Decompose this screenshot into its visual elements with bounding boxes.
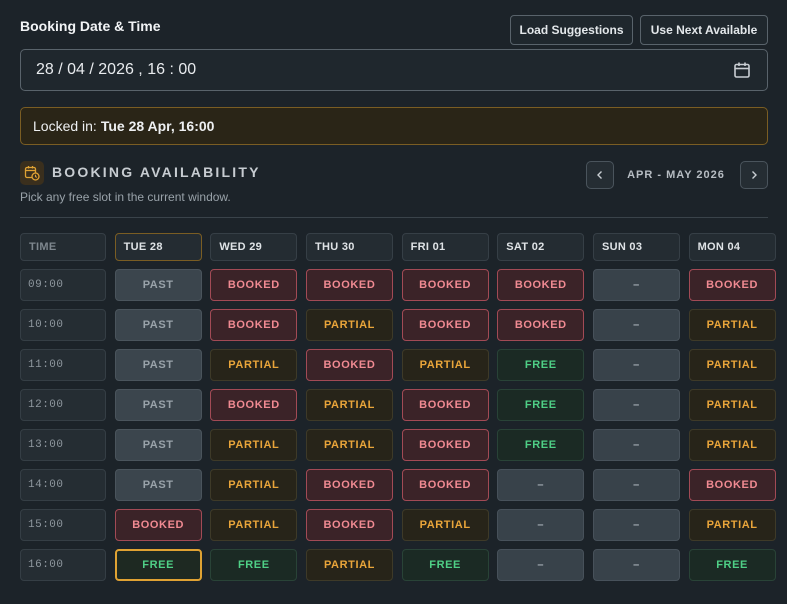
slot-cell: BOOKED	[210, 309, 298, 341]
slot-cell: BOOKED	[688, 469, 776, 501]
slot-cell[interactable]: PARTIAL	[688, 389, 776, 421]
day-header: MON 04	[688, 233, 776, 261]
availability-header: BOOKING AVAILABILITY Pick any free slot …	[20, 160, 768, 208]
slot-cell[interactable]: PARTIAL	[688, 349, 776, 381]
section-title: Booking Date & Time	[20, 18, 161, 34]
slot-cell: BOOKED	[401, 309, 489, 341]
slot-cell[interactable]: PARTIAL	[305, 429, 393, 461]
availability-title: BOOKING AVAILABILITY	[52, 164, 261, 180]
slot-cell: BOOKED	[114, 509, 202, 541]
slot-cell: PAST	[114, 349, 202, 381]
selected-slot[interactable]: FREE	[114, 549, 202, 581]
slot-cell: –	[592, 389, 680, 421]
slot-cell[interactable]: PARTIAL	[210, 349, 298, 381]
divider	[20, 217, 768, 218]
time-slot-label: 15:00	[20, 509, 106, 541]
slot-cell: BOOKED	[401, 469, 489, 501]
day-header: SUN 03	[592, 233, 680, 261]
datetime-value: 28 / 04 / 2026 , 16 : 00	[36, 61, 197, 78]
locked-in-banner: Locked in: Tue 28 Apr, 16:00	[20, 107, 768, 145]
slot-cell: –	[592, 429, 680, 461]
slot-cell: PAST	[114, 429, 202, 461]
slot-cell[interactable]: PARTIAL	[688, 429, 776, 461]
slot-cell: –	[497, 509, 585, 541]
slot-cell[interactable]: PARTIAL	[210, 469, 298, 501]
slot-cell: –	[592, 349, 680, 381]
slot-cell: BOOKED	[210, 389, 298, 421]
time-slot-label: 14:00	[20, 469, 106, 501]
time-slot-label: 16:00	[20, 549, 106, 581]
slot-cell: –	[592, 509, 680, 541]
day-header: WED 29	[210, 233, 298, 261]
slot-cell: PAST	[114, 309, 202, 341]
availability-grid: TIME TUE 28 WED 29 THU 30 FRI 01 SAT 02 SUN 03…	[20, 233, 776, 581]
slot-cell: BOOKED	[305, 509, 393, 541]
time-slot-label: 10:00	[20, 309, 106, 341]
calendar-icon[interactable]	[733, 61, 751, 79]
slot-cell[interactable]: PARTIAL	[210, 509, 298, 541]
slot-cell: BOOKED	[401, 269, 489, 301]
chevron-left-icon	[597, 171, 602, 179]
slot-cell: BOOKED	[210, 269, 298, 301]
slot-cell: –	[497, 549, 585, 581]
slot-cell: BOOKED	[497, 269, 585, 301]
slot-cell[interactable]: PARTIAL	[688, 309, 776, 341]
time-slot-label: 12:00	[20, 389, 106, 421]
slot-cell[interactable]: FREE	[210, 549, 298, 581]
chevron-right-icon	[752, 171, 757, 179]
use-next-available-button[interactable]: Use Next Available	[640, 15, 768, 45]
next-week-button[interactable]	[740, 161, 768, 189]
slot-cell: –	[592, 309, 680, 341]
slot-cell[interactable]: PARTIAL	[210, 429, 298, 461]
calendar-clock-icon	[20, 161, 44, 185]
day-header: FRI 01	[401, 233, 489, 261]
day-header: SAT 02	[497, 233, 585, 261]
slot-cell[interactable]: PARTIAL	[401, 349, 489, 381]
availability-subtitle: Pick any free slot in the current window…	[20, 190, 231, 204]
slot-cell[interactable]: PARTIAL	[401, 509, 489, 541]
time-slot-label: 11:00	[20, 349, 106, 381]
prev-week-button[interactable]	[586, 161, 614, 189]
slot-cell[interactable]: PARTIAL	[688, 509, 776, 541]
day-header: THU 30	[305, 233, 393, 261]
slot-cell: BOOKED	[497, 309, 585, 341]
day-header: TUE 28	[114, 233, 202, 261]
slot-cell: BOOKED	[401, 389, 489, 421]
time-column-header: TIME	[20, 233, 106, 261]
slot-cell: PAST	[114, 389, 202, 421]
slot-cell: –	[592, 269, 680, 301]
slot-cell[interactable]: FREE	[688, 549, 776, 581]
slot-cell: –	[592, 549, 680, 581]
datetime-input[interactable]: 28 / 04 / 2026 , 16 : 00	[20, 49, 768, 91]
slot-cell[interactable]: PARTIAL	[305, 549, 393, 581]
slot-cell[interactable]: FREE	[497, 389, 585, 421]
load-suggestions-button[interactable]: Load Suggestions	[510, 15, 633, 45]
slot-cell[interactable]: FREE	[497, 349, 585, 381]
slot-cell: BOOKED	[305, 269, 393, 301]
slot-cell: PAST	[114, 469, 202, 501]
slot-cell: –	[592, 469, 680, 501]
locked-in-value: Tue 28 Apr, 16:00	[100, 118, 215, 134]
slot-cell[interactable]: FREE	[497, 429, 585, 461]
slot-cell: BOOKED	[401, 429, 489, 461]
booking-header: Booking Date & Time Load Suggestions Use…	[20, 15, 768, 45]
locked-in-label: Locked in:	[33, 118, 97, 134]
slot-cell[interactable]: PARTIAL	[305, 389, 393, 421]
slot-cell: BOOKED	[305, 349, 393, 381]
slot-cell[interactable]: FREE	[401, 549, 489, 581]
date-range-label: APR - MAY 2026	[627, 169, 725, 181]
slot-cell: PAST	[114, 269, 202, 301]
slot-cell: BOOKED	[688, 269, 776, 301]
slot-cell: BOOKED	[305, 469, 393, 501]
slot-cell: –	[497, 469, 585, 501]
slot-cell[interactable]: PARTIAL	[305, 309, 393, 341]
time-slot-label: 13:00	[20, 429, 106, 461]
time-slot-label: 09:00	[20, 269, 106, 301]
